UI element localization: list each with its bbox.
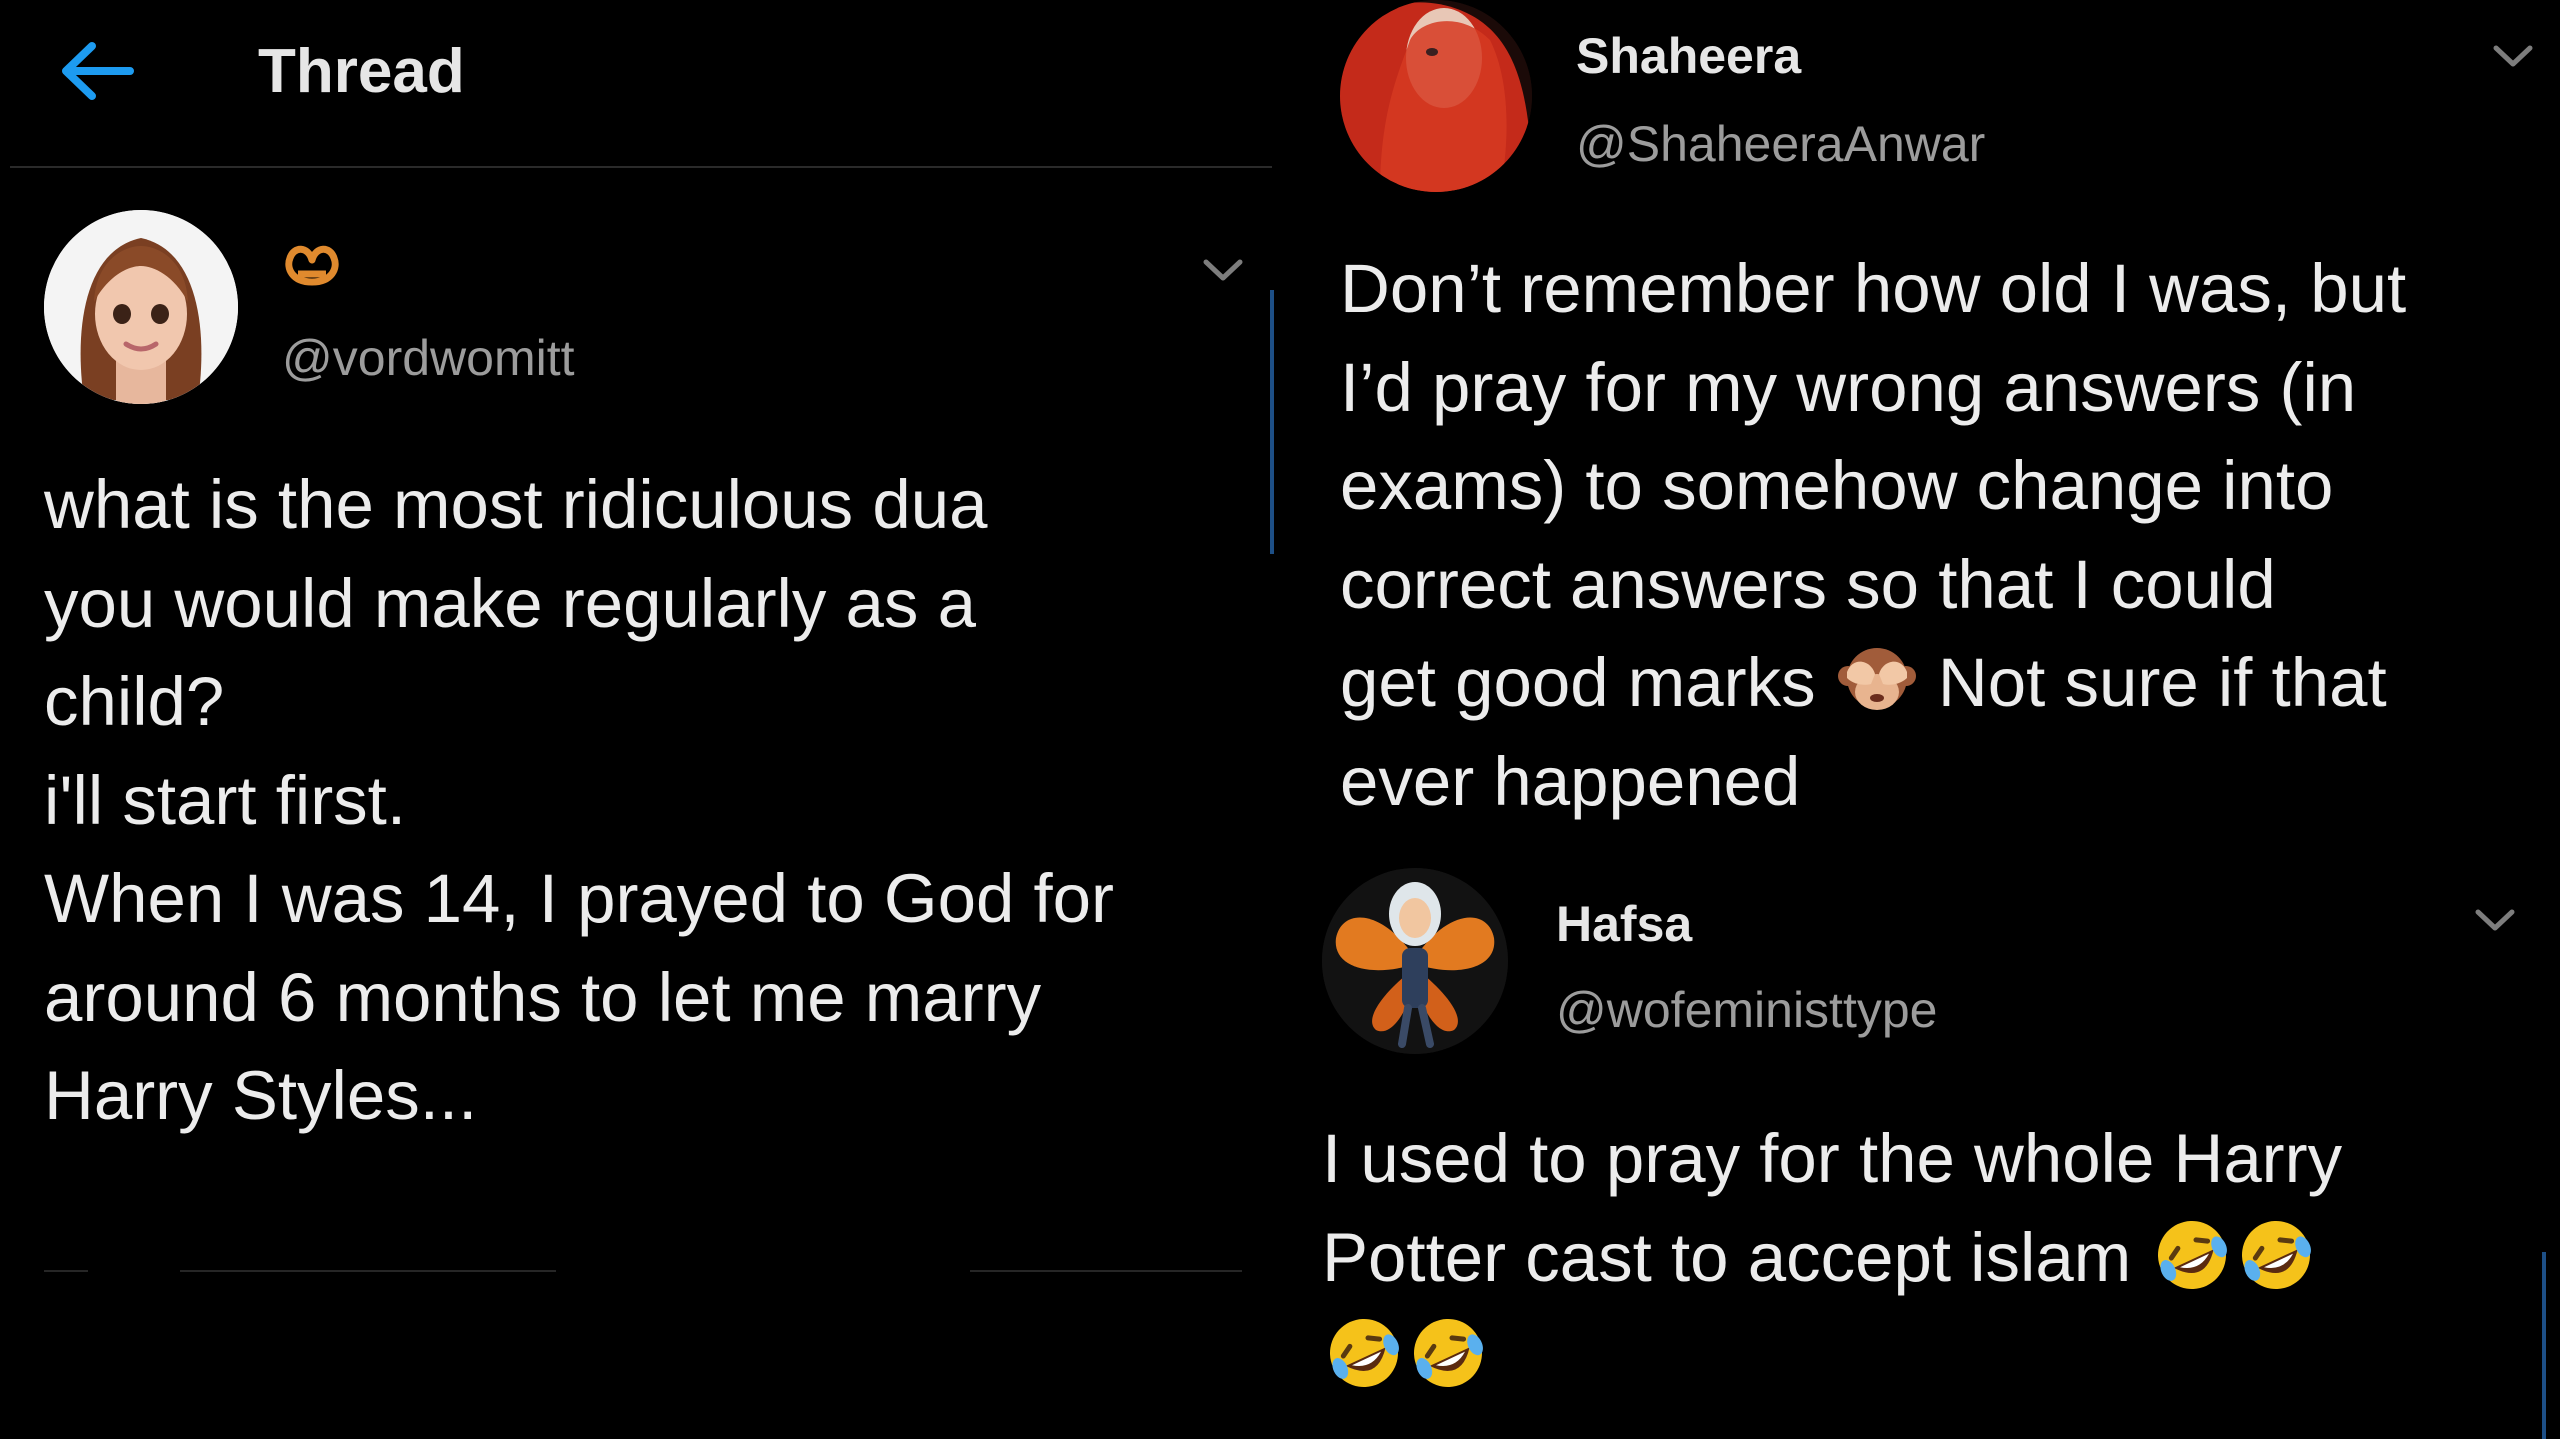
reply-handle[interactable]: @ShaheeraAnwar — [1576, 114, 1985, 174]
chevron-down-icon[interactable] — [2472, 904, 2518, 934]
memoji-avatar-icon — [44, 210, 238, 404]
reply-handle[interactable]: @wofeministtype — [1556, 980, 1937, 1040]
bitmoji-avatar-icon — [1322, 868, 1508, 1054]
reply-text: I used to pray for the whole Harry Potte… — [1322, 1110, 2542, 1406]
chevron-down-icon[interactable] — [2490, 40, 2536, 70]
thread-connector-line — [2542, 1252, 2546, 1439]
divider — [970, 1270, 1242, 1272]
arrow-left-icon[interactable] — [58, 38, 138, 104]
rolling-on-floor-laughing-icon — [2242, 1220, 2312, 1289]
avatar-shaheera[interactable] — [1340, 0, 1532, 192]
thread-connector-line — [1270, 290, 1274, 554]
page-title: Thread — [258, 37, 465, 106]
divider — [180, 1270, 556, 1272]
chevron-down-icon[interactable] — [1200, 254, 1246, 284]
divider — [44, 1270, 88, 1272]
avatar-vordwomitt[interactable] — [44, 210, 238, 404]
reply-text: Don’t remember how old I was, but I’d pr… — [1340, 240, 2560, 831]
reply-display-name[interactable]: Shaheera — [1576, 26, 1801, 86]
pretzel-icon — [285, 245, 339, 286]
header-divider — [10, 166, 1272, 168]
profile-photo-icon — [1340, 0, 1532, 192]
reply-display-name[interactable]: Hafsa — [1556, 894, 1692, 954]
see-no-evil-monkey-icon — [1837, 648, 1916, 710]
thread-screen: Thread @vordwomitt what is the most ridi… — [0, 0, 2560, 1439]
rolling-on-floor-laughing-icon — [2158, 1220, 2228, 1289]
tweet-text: what is the most ridiculous dua you woul… — [44, 466, 1115, 1134]
rolling-on-floor-laughing-icon — [1414, 1319, 1483, 1387]
avatar-hafsa[interactable] — [1322, 868, 1508, 1054]
tweet-handle[interactable]: @vordwomitt — [282, 328, 574, 388]
rolling-on-floor-laughing-icon — [1330, 1319, 1399, 1387]
